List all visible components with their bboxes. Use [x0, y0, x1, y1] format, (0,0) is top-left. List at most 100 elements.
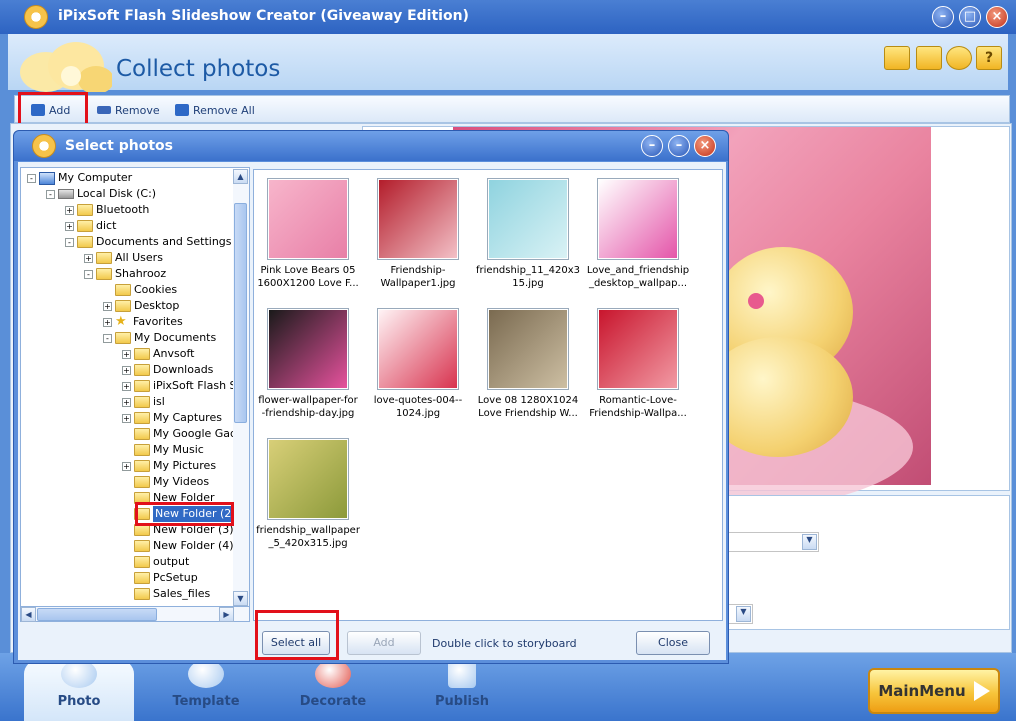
thumbnail-image	[269, 180, 347, 258]
expand-toggle-icon[interactable]: +	[65, 221, 74, 231]
computer-icon	[39, 171, 55, 185]
expand-toggle-icon[interactable]: +	[122, 413, 131, 423]
remove-button[interactable]: Remove	[97, 102, 160, 118]
tree-item[interactable]: + Downloads	[122, 362, 213, 378]
scroll-left-icon[interactable]: ◀	[21, 607, 36, 622]
tab-photo[interactable]: Photo	[24, 660, 134, 721]
page-title: Collect photos	[116, 56, 281, 82]
expand-toggle-icon[interactable]: +	[122, 365, 131, 375]
tree-item-label: My Captures	[153, 411, 222, 424]
expand-toggle-icon[interactable]: +	[103, 301, 112, 311]
tree-item-label: All Users	[115, 251, 163, 264]
expand-toggle-icon[interactable]: -	[46, 189, 55, 199]
photo-thumbnail[interactable]: Romantic-Love- Friendship-Wallpa...	[586, 308, 690, 420]
tree-horizontal-scrollbar[interactable]: ◀ ▶	[20, 606, 250, 622]
scroll-down-icon[interactable]: ▼	[233, 591, 248, 606]
dialog-close-icon[interactable]: ×	[694, 135, 716, 157]
folder-icon	[96, 268, 112, 280]
photo-thumbnail[interactable]: Love 08 1280X1024 Love Friendship W...	[476, 308, 580, 420]
setting-dropdown-1[interactable]: ▼	[723, 532, 819, 552]
tree-item[interactable]: + ★ Favorites	[103, 314, 183, 330]
expand-toggle-icon[interactable]: -	[84, 269, 93, 279]
close-icon[interactable]: ×	[986, 6, 1008, 28]
main-menu-button[interactable]: MainMenu	[868, 668, 1000, 714]
hscrollbar-thumb[interactable]	[37, 608, 157, 621]
folder-tree[interactable]: - My Computer - Local Disk (C:) + Bluetooth + d…	[20, 167, 250, 607]
tree-item[interactable]: My Videos	[122, 474, 209, 490]
tree-item[interactable]: + iPixSoft Flash Sl	[122, 378, 240, 394]
photo-thumbnail[interactable]: Pink Love Bears 05 1600X1200 Love F...	[256, 178, 360, 290]
tree-item[interactable]: - My Computer	[27, 170, 132, 186]
tree-item[interactable]: + isl	[122, 394, 165, 410]
tree-item[interactable]: - My Documents	[103, 330, 216, 346]
tab-publish[interactable]: Publish	[402, 660, 522, 721]
tree-item-label: Documents and Settings	[96, 235, 232, 248]
expand-toggle-icon[interactable]: +	[122, 461, 131, 471]
photo-thumbnail[interactable]: love-quotes-004-- 1024.jpg	[366, 308, 470, 420]
tree-vertical-scrollbar[interactable]: ▲ ▼	[233, 169, 249, 606]
tree-item[interactable]: New Folder (4)	[122, 538, 234, 554]
tree-item-label: dict	[96, 219, 117, 232]
expand-toggle-icon[interactable]: -	[65, 237, 74, 247]
tree-item[interactable]: + Desktop	[103, 298, 179, 314]
expand-toggle-icon[interactable]: +	[122, 381, 131, 391]
tree-item[interactable]: output	[122, 554, 189, 570]
scroll-up-icon[interactable]: ▲	[233, 169, 248, 184]
folder-icon	[134, 364, 150, 376]
expand-toggle-icon[interactable]: +	[122, 349, 131, 359]
tree-item[interactable]: + Anvsoft	[122, 346, 194, 362]
tree-item[interactable]: - Local Disk (C:)	[46, 186, 156, 202]
photo-thumbnail[interactable]: friendship_11_420x3 15.jpg	[476, 178, 580, 290]
folder-icon	[134, 412, 150, 424]
folder-icon	[134, 588, 150, 600]
expand-toggle-icon[interactable]: +	[84, 253, 93, 263]
user-icon[interactable]	[946, 46, 972, 70]
tab-decorate[interactable]: Decorate	[273, 660, 393, 721]
dialog-add-button[interactable]: Add	[347, 631, 421, 655]
minimize-icon[interactable]: –	[932, 6, 954, 28]
dialog-close-button[interactable]: Close	[636, 631, 710, 655]
remove-all-button[interactable]: Remove All	[175, 102, 255, 118]
tree-item[interactable]: + All Users	[84, 250, 163, 266]
expand-toggle-icon[interactable]: +	[103, 317, 112, 327]
scroll-right-icon[interactable]: ▶	[219, 607, 234, 622]
tree-item[interactable]: My Music	[122, 442, 204, 458]
page-header: Collect photos ?	[8, 34, 1008, 92]
tree-item[interactable]: Cookies	[103, 282, 177, 298]
photo-thumbnail[interactable]: Friendship- Wallpaper1.jpg	[366, 178, 470, 290]
photo-thumbnail[interactable]: friendship_wallpaper _5_420x315.jpg	[256, 438, 360, 550]
tree-item[interactable]: - Shahrooz	[84, 266, 166, 282]
tree-item[interactable]: Sales_files	[122, 586, 210, 602]
photo-icon	[61, 660, 97, 688]
tree-item[interactable]: + Bluetooth	[65, 202, 149, 218]
tab-decorate-label: Decorate	[299, 694, 367, 709]
photo-thumbnail[interactable]: flower-wallpaper-for -friendship-day.jpg	[256, 308, 360, 420]
scrollbar-thumb[interactable]	[234, 203, 247, 423]
photo-thumbnail[interactable]: Love_and_friendship _desktop_wallpap...	[586, 178, 690, 290]
tree-item-label: isl	[153, 395, 165, 408]
expand-toggle-icon[interactable]: +	[65, 205, 74, 215]
help-icon[interactable]: ?	[976, 46, 1002, 70]
dialog-minimize-icon[interactable]: –	[641, 135, 663, 157]
tree-item[interactable]: + dict	[65, 218, 116, 234]
thumbnail-caption: flower-wallpaper-for -friendship-day.jpg	[256, 394, 360, 420]
expand-toggle-icon[interactable]: -	[103, 333, 112, 343]
tree-item[interactable]: - Documents and Settings	[65, 234, 232, 250]
tab-template[interactable]: Template	[146, 660, 266, 721]
save-icon[interactable]	[916, 46, 942, 70]
folder-open-icon[interactable]	[884, 46, 910, 70]
highlight-new-folder-2	[135, 502, 234, 526]
tree-item[interactable]: My Google Gad	[122, 426, 237, 442]
dialog-maximize-icon[interactable]: –	[668, 135, 690, 157]
thumbnail-image	[379, 310, 457, 388]
tree-item-label: My Computer	[58, 171, 133, 184]
thumbnail-caption-line1: Love_and_friendship	[586, 265, 690, 276]
expand-toggle-icon[interactable]: -	[27, 173, 36, 183]
tree-item[interactable]: + My Pictures	[122, 458, 216, 474]
tree-item[interactable]: PcSetup	[122, 570, 198, 586]
thumbnail-caption-line2: _5_420x315.jpg	[268, 538, 348, 549]
expand-toggle-icon[interactable]: +	[122, 397, 131, 407]
maximize-icon[interactable]: □	[959, 6, 981, 28]
tree-item[interactable]: + My Captures	[122, 410, 222, 426]
tree-item-label: New Folder (4)	[153, 539, 234, 552]
